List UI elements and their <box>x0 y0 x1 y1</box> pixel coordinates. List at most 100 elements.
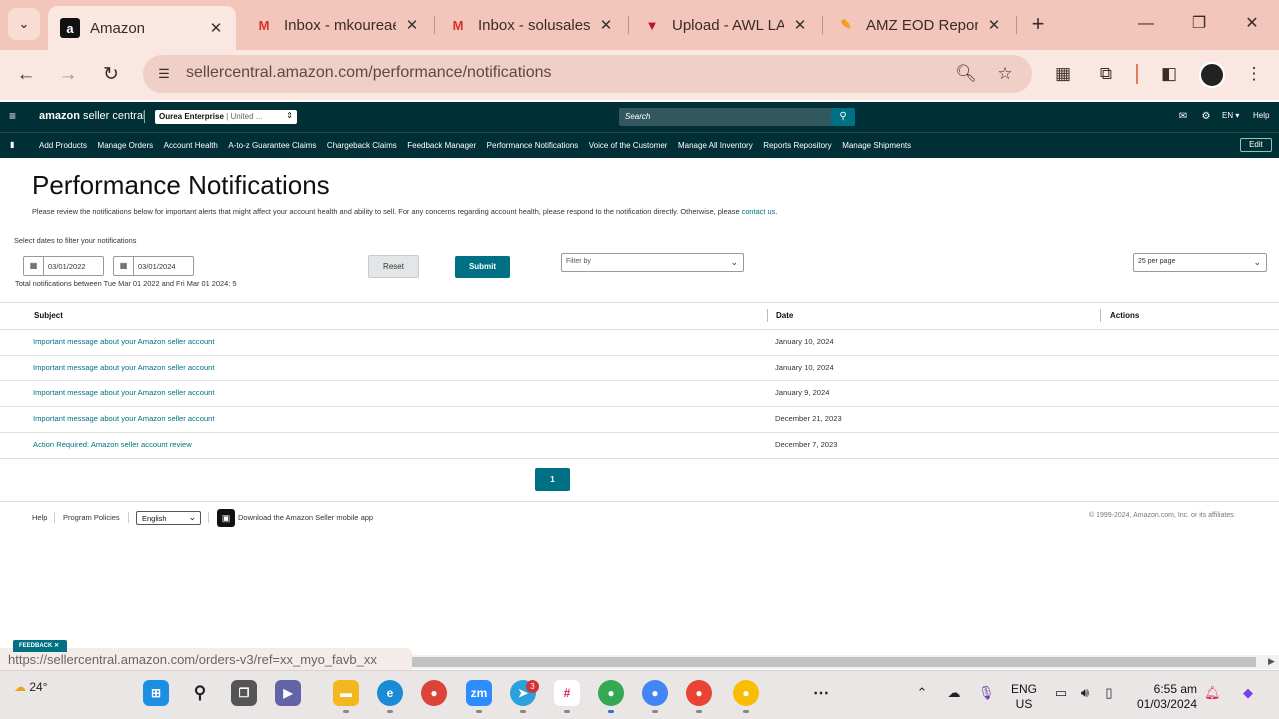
footer-program-policies-link[interactable]: Program Policies <box>63 513 120 522</box>
calendar-icon[interactable]: ▦ <box>24 257 44 275</box>
address-url[interactable]: sellercentral.amazon.com/performance/not… <box>186 64 552 82</box>
onedrive-cloud-icon[interactable]: ☁ <box>946 685 962 701</box>
zoom-icon[interactable]: 🔍︎ <box>955 63 977 85</box>
nav-feedback-manager[interactable]: Feedback Manager <box>407 141 476 150</box>
seller-central-logo[interactable]: amazon seller central <box>39 110 145 122</box>
slack-icon[interactable]: # <box>554 680 580 706</box>
weather-widget[interactable]: ☁ 24° <box>14 680 54 694</box>
network-icon[interactable]: ▭ <box>1053 685 1069 701</box>
column-header-date[interactable]: Date <box>776 311 793 320</box>
start-windows-icon[interactable]: ⊞ <box>143 680 169 706</box>
mail-icon[interactable]: ✉ <box>1177 110 1189 124</box>
search-icon[interactable]: ⚲ <box>831 108 855 126</box>
notification-subject-link[interactable]: Important message about your Amazon sell… <box>33 337 215 346</box>
qr-code-icon[interactable]: ▦ <box>1052 63 1074 85</box>
hamburger-menu-icon[interactable]: ≡ <box>9 110 21 122</box>
battery-icon[interactable]: ▯ <box>1101 685 1117 701</box>
volume-icon[interactable]: 🔊︎ <box>1077 685 1093 701</box>
nav-a-to-z-claims[interactable]: A-to-z Guarantee Claims <box>228 141 316 150</box>
nav-manage-inventory[interactable]: Manage All Inventory <box>678 141 753 150</box>
reload-icon[interactable]: ↻ <box>98 62 124 88</box>
tab-gmail-2[interactable]: M Inbox - solusales3 ✕ <box>436 7 626 43</box>
task-view-icon[interactable]: ❐ <box>231 680 257 706</box>
profile-avatar[interactable] <box>1199 62 1225 88</box>
minimize-icon[interactable]: — <box>1134 12 1158 36</box>
store-selector[interactable]: Ourea Enterprise | United ... ⇕ <box>155 110 297 124</box>
tab-close-icon[interactable]: ✕ <box>598 16 614 34</box>
chrome-profile-2-icon[interactable]: ● <box>642 680 668 706</box>
scroll-right-arrow-icon[interactable]: ▶ <box>1268 656 1275 667</box>
tab-gmail-1[interactable]: M Inbox - mkoureae ✕ <box>242 7 432 43</box>
per-page-select[interactable]: 25 per page ⌄ <box>1133 253 1267 272</box>
show-hidden-icons-chevron-icon[interactable]: ⌃ <box>914 685 930 701</box>
tab-search-chevron-icon[interactable]: ⌄ <box>8 8 40 40</box>
extensions-puzzle-icon[interactable]: ⧉ <box>1095 63 1117 85</box>
tab-close-icon[interactable]: ✕ <box>792 16 808 34</box>
site-settings-icon[interactable]: ☰ <box>154 64 174 84</box>
date-to-field[interactable]: ▦ 03/01/2024 <box>113 256 194 276</box>
back-arrow-icon[interactable]: ← <box>13 62 39 88</box>
nav-add-products[interactable]: Add Products <box>39 141 87 150</box>
restore-icon[interactable]: ❐ <box>1187 12 1211 36</box>
weather-temp: 24° <box>29 680 48 694</box>
chrome-icon[interactable]: ● <box>421 680 447 706</box>
submit-button[interactable]: Submit <box>455 256 510 278</box>
notification-subject-link[interactable]: Important message about your Amazon sell… <box>33 388 215 397</box>
side-panel-icon[interactable]: ◧ <box>1158 63 1180 85</box>
gear-icon[interactable]: ⚙ <box>1200 110 1212 124</box>
tab-close-icon[interactable]: ✕ <box>208 19 224 37</box>
seller-search-input[interactable]: Search <box>619 108 831 126</box>
seller-app-icon[interactable]: ▣ <box>217 509 235 527</box>
language-menu[interactable]: EN ▾ <box>1222 111 1239 120</box>
chrome-profile-1-icon[interactable]: ● <box>598 680 624 706</box>
nav-manage-orders[interactable]: Manage Orders <box>98 141 154 150</box>
footer-app-link[interactable]: Download the Amazon Seller mobile app <box>238 513 373 522</box>
notification-bell-icon[interactable]: 🔔︎ <box>1204 685 1221 701</box>
edge-browser-icon[interactable]: e <box>377 680 403 706</box>
contact-us-link[interactable]: contact us <box>742 207 776 216</box>
chrome-profile-4-icon[interactable]: ● <box>733 680 759 706</box>
notification-subject-link[interactable]: Important message about your Amazon sell… <box>33 363 215 372</box>
notification-subject-link[interactable]: Action Required: Amazon seller account r… <box>33 440 192 449</box>
chrome-profile-3-icon[interactable]: ● <box>686 680 712 706</box>
column-header-subject[interactable]: Subject <box>34 311 63 320</box>
tab-close-icon[interactable]: ✕ <box>404 16 420 34</box>
teams-meet-icon[interactable]: ▶ <box>275 680 301 706</box>
more-apps-icon[interactable]: ⋯ <box>808 680 834 706</box>
help-link[interactable]: Help <box>1253 111 1269 120</box>
tab-close-icon[interactable]: ✕ <box>986 16 1002 34</box>
copilot-icon[interactable]: ◆ <box>1237 685 1259 701</box>
nav-voice-of-customer[interactable]: Voice of the Customer <box>589 141 668 150</box>
pagination-page-1[interactable]: 1 <box>535 468 570 491</box>
new-tab-button[interactable]: + <box>1026 12 1050 36</box>
feedback-tab[interactable]: FEEDBACK ✕ <box>13 640 67 652</box>
bookmark-icon[interactable]: ▮ <box>10 140 18 150</box>
input-language-indicator[interactable]: ENG US <box>1011 682 1037 712</box>
footer-help-link[interactable]: Help <box>32 513 47 522</box>
calendar-icon[interactable]: ▦ <box>114 257 134 275</box>
date-from-field[interactable]: ▦ 03/01/2022 <box>23 256 104 276</box>
notification-subject-link[interactable]: Important message about your Amazon sell… <box>33 414 215 423</box>
taskbar-search-icon[interactable]: ⚲ <box>187 680 213 706</box>
system-clock[interactable]: 6:55 am 01/03/2024 <box>1133 682 1197 712</box>
file-explorer-icon[interactable]: ▬ <box>333 680 359 706</box>
tab-amazon[interactable]: a Amazon ✕ <box>48 6 236 50</box>
zoom-app-icon[interactable]: zm <box>466 680 492 706</box>
nav-reports-repository[interactable]: Reports Repository <box>763 141 831 150</box>
edit-nav-button[interactable]: Edit <box>1240 138 1272 152</box>
nav-chargeback-claims[interactable]: Chargeback Claims <box>327 141 397 150</box>
bookmark-star-icon[interactable]: ☆ <box>994 63 1016 85</box>
browser-menu-icon[interactable]: ⋮ <box>1243 63 1265 85</box>
nav-manage-shipments[interactable]: Manage Shipments <box>842 141 911 150</box>
forward-arrow-icon[interactable]: → <box>55 62 81 88</box>
tab-amz-eod-report[interactable]: ✎ AMZ EOD Report ✕ <box>824 7 1014 43</box>
nav-account-health[interactable]: Account Health <box>164 141 218 150</box>
footer-language-select[interactable]: English ⌄ <box>136 511 201 525</box>
microphone-icon[interactable]: 🎙︎ <box>978 685 995 701</box>
filter-by-select[interactable]: Filter by ⌄ <box>561 253 744 272</box>
updown-caret-icon: ⇕ <box>286 111 293 120</box>
tab-awl-upload[interactable]: ▼ Upload - AWL LAB ✕ <box>630 7 820 43</box>
window-close-icon[interactable]: ✕ <box>1240 12 1264 36</box>
nav-performance-notifications[interactable]: Performance Notifications <box>487 141 579 150</box>
reset-button[interactable]: Reset <box>368 255 419 278</box>
